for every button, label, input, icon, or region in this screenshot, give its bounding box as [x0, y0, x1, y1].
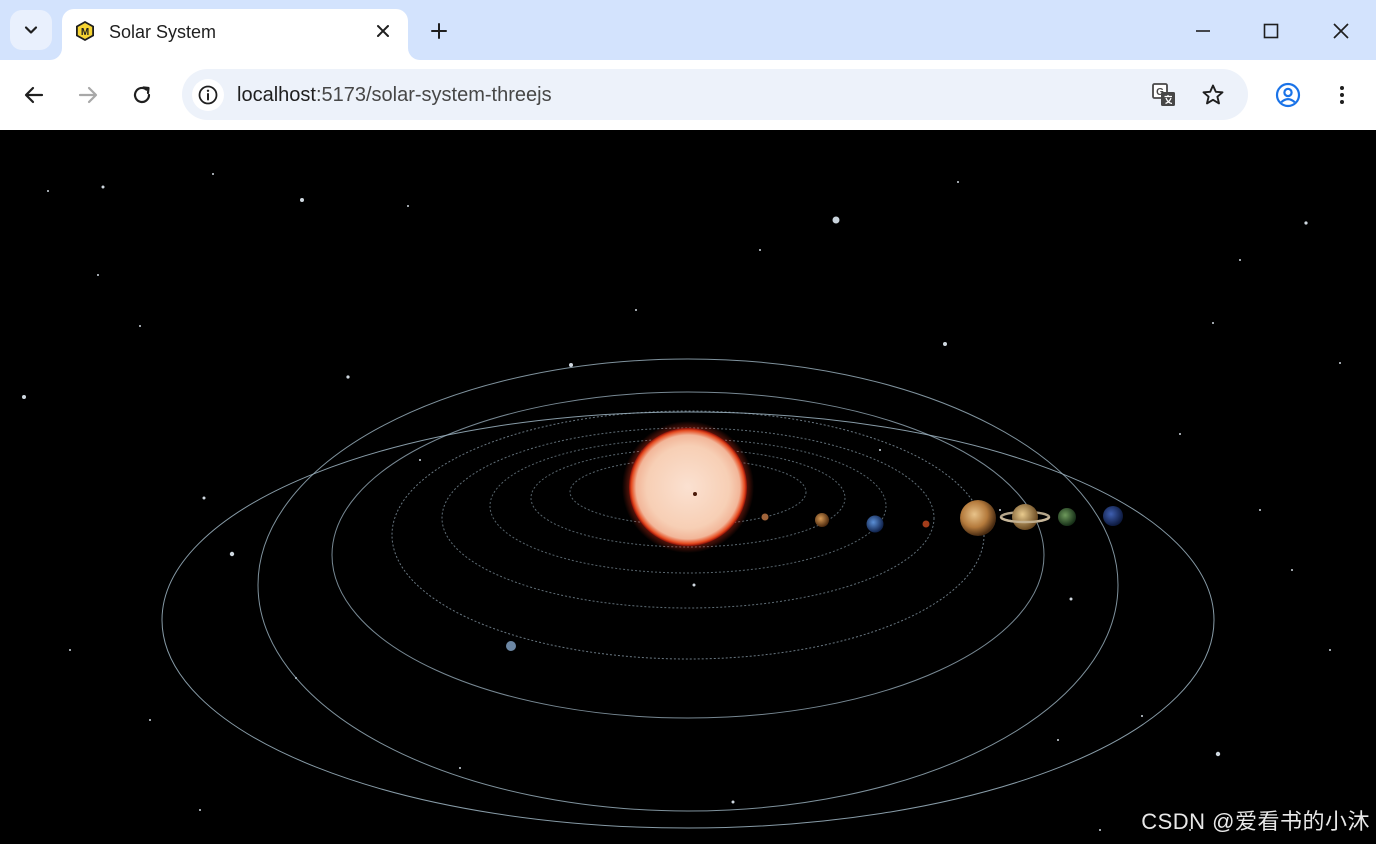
maximize-button[interactable] [1253, 13, 1289, 49]
reload-icon [133, 86, 151, 104]
maximize-icon [1263, 23, 1279, 39]
planet-uranus[interactable] [1058, 508, 1076, 526]
address-bar[interactable]: localhost:5173/solar-system-threejs G [182, 69, 1248, 120]
url-host: localhost [237, 84, 316, 106]
tab-solar-system[interactable]: M Solar System [62, 9, 408, 60]
planet-mars[interactable] [922, 520, 930, 528]
new-tab-button[interactable] [425, 17, 453, 45]
reload-button[interactable] [124, 77, 160, 113]
tab-strip: M Solar System [0, 0, 1376, 60]
profile-button[interactable] [1271, 78, 1305, 112]
sun[interactable] [622, 421, 754, 553]
planet-jupiter[interactable] [960, 500, 996, 536]
browser-menu-button[interactable] [1325, 78, 1359, 112]
site-info-button[interactable] [192, 79, 224, 111]
translate-button[interactable]: G [1150, 81, 1178, 109]
close-icon [377, 25, 389, 37]
browser-window: M Solar System localhost:5173/solar-syst… [0, 0, 1376, 844]
solar-system-scene[interactable] [0, 130, 1376, 844]
solar-system-canvas[interactable]: CSDN @爱看书的小沐 [0, 130, 1376, 844]
profile-icon [1275, 82, 1301, 108]
minimize-icon [1196, 30, 1210, 32]
arrow-left-icon [24, 86, 44, 104]
kebab-menu-icon [1340, 86, 1344, 104]
minimize-button[interactable] [1185, 13, 1221, 49]
info-icon [198, 85, 218, 105]
planet-neptune[interactable] [1103, 506, 1123, 526]
star-icon [1202, 84, 1224, 105]
close-window-button[interactable] [1323, 13, 1359, 49]
forward-button[interactable] [70, 77, 106, 113]
favicon-letter: M [81, 27, 89, 38]
plus-icon [431, 23, 447, 39]
arrow-right-icon [78, 86, 98, 104]
back-button[interactable] [16, 77, 52, 113]
chevron-down-icon [24, 26, 38, 34]
planet-saturn[interactable] [999, 504, 1051, 530]
planets [761, 500, 1123, 536]
close-icon [1333, 23, 1349, 39]
tab-title: Solar System [109, 22, 217, 42]
vite-m-favicon-icon: M [76, 21, 94, 41]
close-tab-button[interactable] [372, 20, 394, 42]
csdn-watermark: CSDN @爱看书的小沐 [1141, 809, 1370, 834]
url-text[interactable]: localhost:5173/solar-system-threejs [237, 83, 552, 107]
bookmark-button[interactable] [1199, 81, 1227, 109]
planet-mercury[interactable] [761, 513, 769, 521]
tab-search-button[interactable] [10, 10, 52, 50]
planet-earth[interactable] [866, 515, 884, 533]
browser-toolbar: localhost:5173/solar-system-threejs G [0, 60, 1376, 130]
svg-text:G: G [1156, 87, 1164, 98]
url-path: :5173/solar-system-threejs [315, 84, 552, 106]
planet-venus[interactable] [815, 513, 829, 527]
translate-icon: G [1152, 83, 1175, 106]
